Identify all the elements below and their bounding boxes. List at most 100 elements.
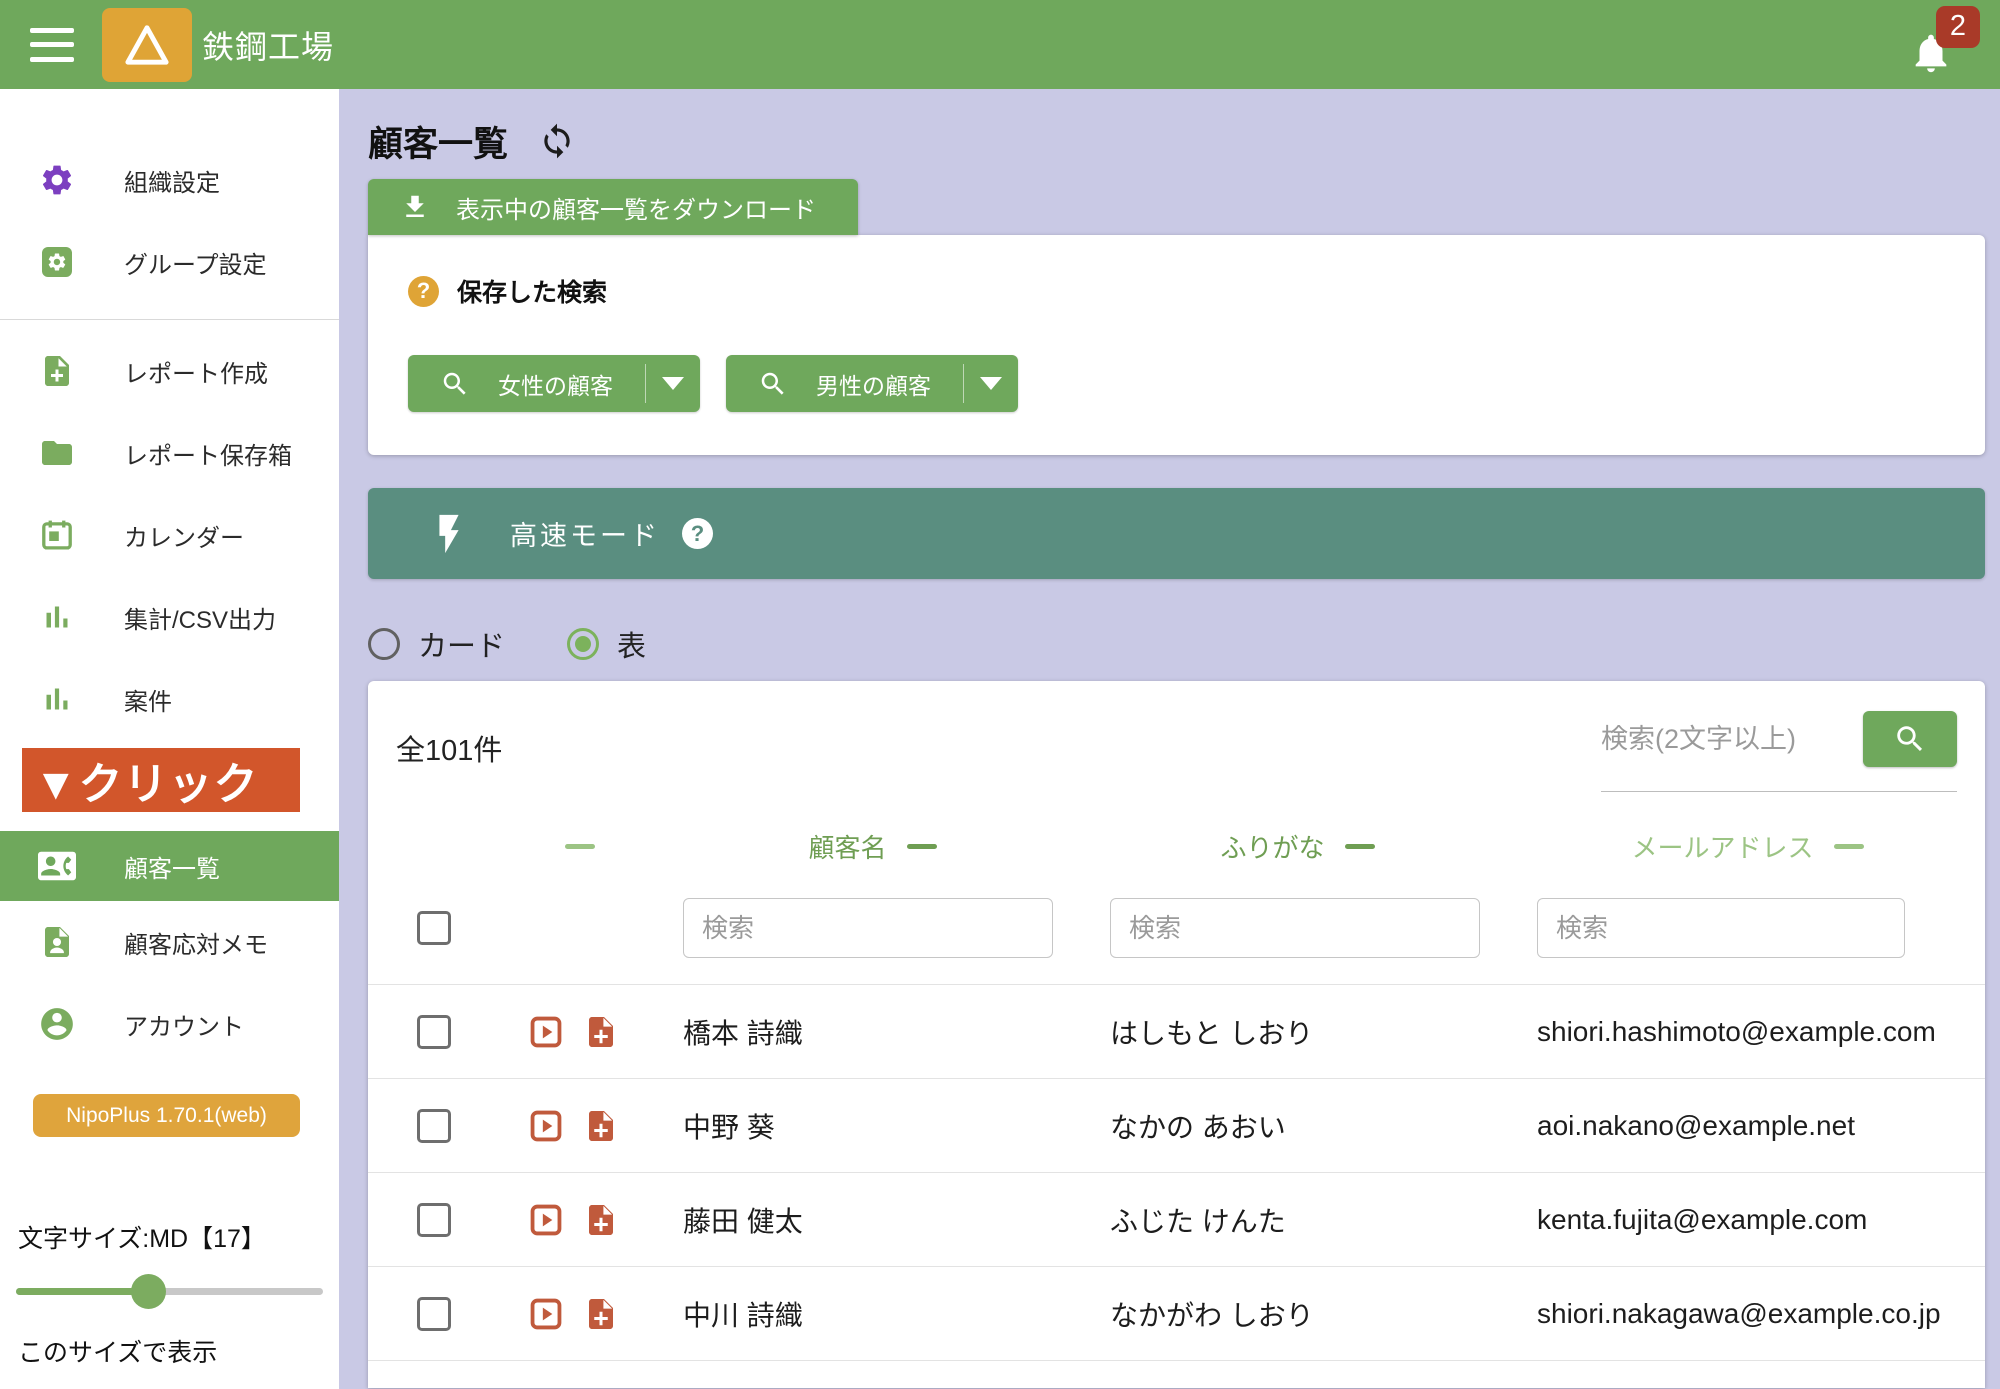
radio-card-view[interactable] <box>368 628 400 660</box>
view-toggle: カード 表 <box>368 623 1985 665</box>
saved-search-card: ? 保存した検索 女性の顧客 <box>368 235 1985 455</box>
sidebar: 組織設定 グループ設定 レポート作成 レポート保存箱 <box>0 89 339 1389</box>
table-search-input[interactable] <box>1601 711 1847 767</box>
app-header: 鉄鋼工場 2 <box>0 0 2000 89</box>
customer-name: 中川 詩織 <box>660 1267 1085 1360</box>
sidebar-item-group-settings[interactable]: グループ設定 <box>0 221 339 303</box>
sidebar-item-label: レポート作成 <box>124 354 268 389</box>
total-count: 全101件 <box>396 727 502 769</box>
column-header-furigana[interactable]: ふりがな <box>1085 820 1510 872</box>
table-row: 橋本 詩織 はしもと しおり shiori.hashimoto@example.… <box>368 984 1985 1078</box>
column-filter-row <box>368 872 1985 984</box>
help-icon[interactable]: ? <box>682 518 713 549</box>
app-logo[interactable] <box>102 8 192 82</box>
fast-mode-label: 高速モード <box>510 514 660 553</box>
chevron-down-icon <box>980 377 1002 390</box>
saved-search-title: 保存した検索 <box>457 273 607 309</box>
email-filter-input[interactable] <box>1537 898 1905 958</box>
bar-chart-icon <box>36 681 78 717</box>
dropdown-caret-button[interactable] <box>646 355 700 412</box>
radio-table-label[interactable]: 表 <box>617 623 646 665</box>
row-checkbox[interactable] <box>417 1109 451 1143</box>
font-size-apply-label[interactable]: このサイズで表示 <box>16 1333 323 1369</box>
notification-bell-icon[interactable]: 2 <box>1908 10 1966 80</box>
row-checkbox[interactable] <box>417 1297 451 1331</box>
select-all-checkbox[interactable] <box>417 911 451 945</box>
sidebar-item-report-create[interactable]: レポート作成 <box>0 330 339 412</box>
sidebar-item-customer-list[interactable]: 顧客一覧 <box>0 831 339 901</box>
table-row: 藤田 健太 ふじた けんた kenta.fujita@example.com <box>368 1172 1985 1266</box>
customer-furigana: なかの あおい <box>1085 1079 1510 1172</box>
saved-search-male-button[interactable]: 男性の顧客 <box>726 355 1018 412</box>
main-content: 顧客一覧 表示中の顧客一覧をダウンロード ? 保存した検索 <box>339 89 2000 1389</box>
sidebar-item-label: 組織設定 <box>124 163 220 198</box>
sidebar-item-label: アカウント <box>124 1007 244 1042</box>
sidebar-item-label: カレンダー <box>124 518 244 553</box>
sort-dash-icon[interactable] <box>1834 844 1864 849</box>
app-title: 鉄鋼工場 <box>202 22 334 68</box>
triangle-logo-icon <box>124 24 170 66</box>
customer-email: shiori.hashimoto@example.com <box>1510 985 1985 1078</box>
sidebar-item-projects[interactable]: 案件 <box>0 658 339 740</box>
sidebar-item-calendar[interactable]: カレンダー <box>0 494 339 576</box>
font-size-slider[interactable] <box>16 1273 323 1309</box>
add-memo-icon[interactable] <box>583 1202 619 1238</box>
customer-email: shiori.nakagawa@example.co.jp <box>1510 1267 1985 1360</box>
open-detail-icon[interactable] <box>527 1201 565 1239</box>
radio-table-view[interactable] <box>567 628 599 660</box>
add-memo-icon[interactable] <box>583 1108 619 1144</box>
file-plus-icon <box>36 353 78 389</box>
dropdown-caret-button[interactable] <box>964 355 1018 412</box>
help-icon[interactable]: ? <box>408 276 439 307</box>
search-icon <box>1893 722 1927 756</box>
version-badge: NipoPlus 1.70.1(web) <box>33 1094 300 1137</box>
customer-name: 中野 葵 <box>660 1079 1085 1172</box>
open-detail-icon[interactable] <box>527 1295 565 1333</box>
table-search-button[interactable] <box>1863 711 1957 767</box>
refresh-icon[interactable] <box>538 122 576 160</box>
sidebar-item-label: 案件 <box>124 682 172 717</box>
sort-dash-icon[interactable] <box>565 844 595 849</box>
row-checkbox[interactable] <box>417 1015 451 1049</box>
sidebar-item-label: 集計/CSV出力 <box>124 600 276 635</box>
sidebar-item-label: 顧客応対メモ <box>124 925 268 960</box>
hamburger-menu-icon[interactable] <box>30 28 74 62</box>
table-row: 中野 葵 なかの あおい aoi.nakano@example.net <box>368 1078 1985 1172</box>
sidebar-item-org-settings[interactable]: 組織設定 <box>0 139 339 221</box>
sidebar-item-csv-export[interactable]: 集計/CSV出力 <box>0 576 339 658</box>
sidebar-item-label: レポート保存箱 <box>124 436 292 471</box>
add-memo-icon[interactable] <box>583 1014 619 1050</box>
column-header-email[interactable]: メールアドレス <box>1510 820 1985 872</box>
notification-badge: 2 <box>1936 6 1980 48</box>
sort-dash-icon[interactable] <box>1345 844 1375 849</box>
column-header-name[interactable]: 顧客名 <box>660 820 1085 872</box>
radio-card-label[interactable]: カード <box>418 623 505 665</box>
click-callout-banner: ▼クリック <box>22 748 300 812</box>
slider-fill <box>16 1288 148 1295</box>
table-row <box>368 1360 1985 1388</box>
slider-thumb[interactable] <box>131 1274 166 1309</box>
sidebar-item-label: グループ設定 <box>124 245 267 280</box>
download-icon <box>400 192 430 222</box>
folder-icon <box>36 435 78 471</box>
page-title: 顧客一覧 <box>368 116 508 167</box>
sidebar-item-report-box[interactable]: レポート保存箱 <box>0 412 339 494</box>
font-size-panel: 文字サイズ:MD【17】 このサイズで表示 <box>16 1219 323 1369</box>
customer-name: 藤田 健太 <box>660 1173 1085 1266</box>
open-detail-icon[interactable] <box>527 1013 565 1051</box>
name-filter-input[interactable] <box>683 898 1053 958</box>
customer-table-card: 全101件 顧客名 ふりがな メールアドレ <box>368 681 1985 1388</box>
open-detail-icon[interactable] <box>527 1107 565 1145</box>
sidebar-item-customer-memo[interactable]: 顧客応対メモ <box>0 901 339 983</box>
fast-mode-banner[interactable]: 高速モード ? <box>368 488 1985 579</box>
download-button[interactable]: 表示中の顧客一覧をダウンロード <box>368 179 858 235</box>
font-size-label: 文字サイズ:MD【17】 <box>16 1219 323 1255</box>
sidebar-item-account[interactable]: アカウント <box>0 983 339 1065</box>
add-memo-icon[interactable] <box>583 1296 619 1332</box>
contact-phone-icon <box>36 847 78 885</box>
furigana-filter-input[interactable] <box>1110 898 1480 958</box>
sort-dash-icon[interactable] <box>907 844 937 849</box>
row-checkbox[interactable] <box>417 1203 451 1237</box>
app-window: 鉄鋼工場 2 組織設定 グループ設定 <box>0 0 2000 1389</box>
saved-search-female-button[interactable]: 女性の顧客 <box>408 355 700 412</box>
